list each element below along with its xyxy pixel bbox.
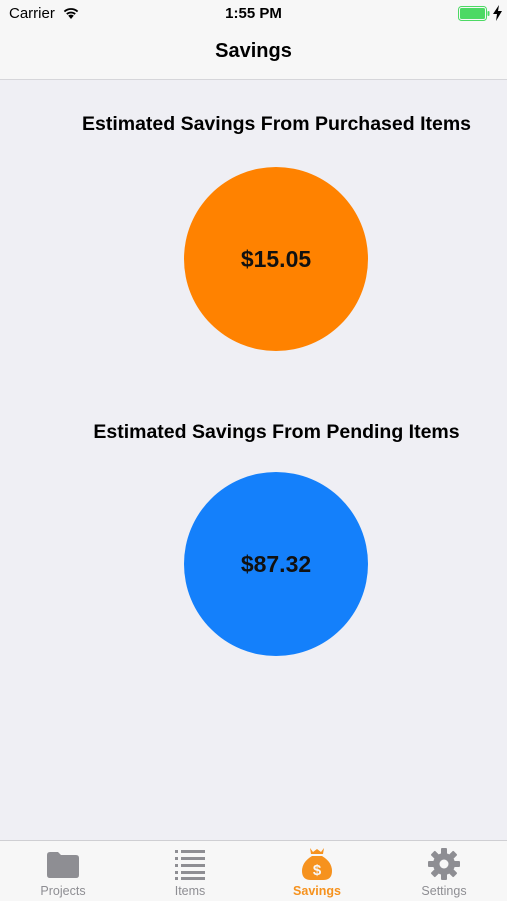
tab-bar: Projects Items $ Savings Settings — [0, 840, 507, 901]
navigation-bar: Savings — [0, 28, 507, 80]
gear-icon — [428, 848, 460, 880]
pending-savings-value: $87.32 — [240, 550, 312, 577]
clock: 1:55 PM — [225, 5, 282, 22]
tab-settings[interactable]: Settings — [381, 841, 507, 901]
tab-savings[interactable]: $ Savings — [254, 841, 380, 901]
purchased-savings-circle: $15.05 — [184, 167, 368, 351]
folder-icon — [47, 852, 79, 878]
tab-projects[interactable]: Projects — [0, 841, 126, 901]
status-bar: Carrier 1:55 PM — [0, 0, 507, 28]
pending-savings-title: Estimated Savings From Pending Items — [93, 421, 460, 443]
tab-items[interactable]: Items — [127, 841, 253, 901]
charging-icon — [493, 5, 502, 21]
battery-icon — [458, 6, 490, 21]
svg-text:$: $ — [313, 862, 322, 879]
purchased-savings-value: $15.05 — [240, 245, 312, 272]
money-bag-icon: $ — [302, 848, 332, 880]
tab-label: Savings — [293, 884, 341, 898]
tab-label: Projects — [40, 884, 86, 898]
tab-label: Settings — [421, 884, 467, 898]
list-icon — [175, 850, 205, 880]
tab-label: Items — [174, 884, 206, 898]
page-title: Savings — [215, 40, 292, 62]
purchased-savings-title: Estimated Savings From Purchased Items — [81, 113, 472, 135]
pending-savings-circle: $87.32 — [184, 472, 368, 656]
